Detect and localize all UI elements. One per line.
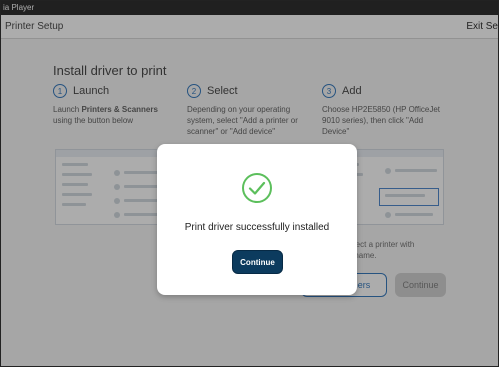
success-message: Print driver successfully installed [184,222,330,233]
checkmark-circle-icon [242,173,272,203]
app-window: ia Player Printer Setup Exit Se Install … [0,0,499,367]
continue-button[interactable]: Continue [232,250,283,274]
success-dialog: Print driver successfully installed Cont… [157,144,357,295]
